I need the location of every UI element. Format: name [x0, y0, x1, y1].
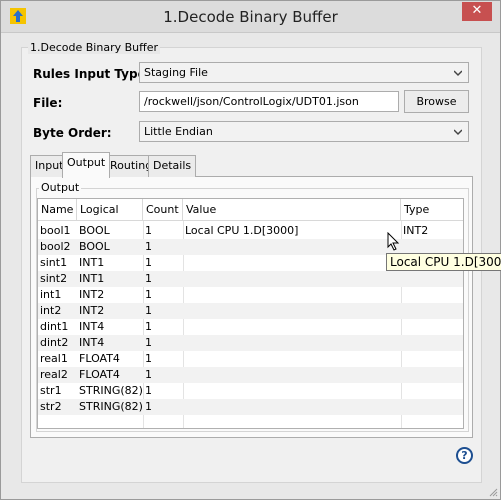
value-tooltip: Local CPU 1.D[3000]: [386, 253, 501, 271]
cell-count[interactable]: 1: [143, 383, 183, 399]
chevron-down-icon: [454, 70, 462, 77]
cell-value[interactable]: [183, 367, 401, 383]
browse-button[interactable]: Browse: [404, 90, 469, 113]
cell-value[interactable]: [183, 351, 401, 367]
resize-grip-icon[interactable]: [488, 487, 498, 497]
cell-count[interactable]: 1: [143, 399, 183, 415]
mouse-cursor-icon: [387, 232, 400, 251]
cell-name[interactable]: bool2: [38, 239, 77, 255]
cell-type[interactable]: [401, 335, 463, 351]
column-header-value[interactable]: Value: [183, 199, 401, 221]
cell-logical[interactable]: INT4: [77, 319, 143, 335]
rules-input-type-value: Staging File: [144, 66, 208, 79]
cell-value[interactable]: [183, 255, 401, 271]
window-title: 1.Decode Binary Buffer: [163, 8, 338, 26]
cell-type[interactable]: [401, 271, 463, 287]
close-icon: ✕: [471, 3, 483, 18]
cell-type[interactable]: [401, 351, 463, 367]
tab-output[interactable]: Output: [62, 152, 111, 178]
cell-logical[interactable]: INT1: [77, 271, 143, 287]
cell-type[interactable]: [401, 367, 463, 383]
cell-name[interactable]: int2: [38, 303, 77, 319]
cell-value[interactable]: [183, 319, 401, 335]
column-header-type[interactable]: Type: [401, 199, 463, 221]
help-icon[interactable]: ?: [456, 447, 473, 464]
cell-logical[interactable]: INT2: [77, 287, 143, 303]
cell-value[interactable]: [183, 303, 401, 319]
cell-value[interactable]: [183, 287, 401, 303]
table-row[interactable]: int1 INT2 1: [38, 287, 463, 303]
cell-logical[interactable]: INT4: [77, 335, 143, 351]
cell-logical[interactable]: BOOL: [77, 223, 143, 239]
cell-name[interactable]: int1: [38, 287, 77, 303]
column-header-logical[interactable]: Logical: [77, 199, 143, 221]
cell-count[interactable]: 1: [143, 255, 183, 271]
table-row[interactable]: int2 INT2 1: [38, 303, 463, 319]
table-row[interactable]: real1 FLOAT4 1: [38, 351, 463, 367]
cell-count[interactable]: 1: [143, 303, 183, 319]
table-row[interactable]: str1 STRING(82) 1: [38, 383, 463, 399]
cell-value[interactable]: [183, 239, 401, 255]
title-bar[interactable]: 1.Decode Binary Buffer ✕: [1, 1, 500, 33]
cell-name[interactable]: real2: [38, 367, 77, 383]
cell-name[interactable]: str1: [38, 383, 77, 399]
cell-name[interactable]: dint2: [38, 335, 77, 351]
cell-count[interactable]: 1: [143, 223, 183, 239]
cell-name[interactable]: sint1: [38, 255, 77, 271]
file-path-input[interactable]: /rockwell/json/ControlLogix/UDT01.json: [139, 91, 399, 112]
cell-value[interactable]: Local CPU 1.D[3000]: [183, 223, 401, 239]
cell-value[interactable]: [183, 383, 401, 399]
cell-name[interactable]: real1: [38, 351, 77, 367]
cell-name[interactable]: bool1: [38, 223, 77, 239]
cell-count[interactable]: 1: [143, 319, 183, 335]
table-row[interactable]: dint2 INT4 1: [38, 335, 463, 351]
cell-type[interactable]: [401, 383, 463, 399]
byte-order-value: Little Endian: [144, 125, 213, 138]
tab-details[interactable]: Details: [148, 155, 197, 177]
cell-logical[interactable]: BOOL: [77, 239, 143, 255]
cell-count[interactable]: 1: [143, 351, 183, 367]
byte-order-label: Byte Order:: [33, 126, 112, 140]
cell-count[interactable]: 1: [143, 335, 183, 351]
group-legend: 1.Decode Binary Buffer: [28, 41, 160, 54]
rules-input-type-label: Rules Input Type:: [33, 67, 151, 81]
cell-logical[interactable]: FLOAT4: [77, 351, 143, 367]
cell-logical[interactable]: STRING(82): [77, 383, 143, 399]
cell-count[interactable]: 1: [143, 271, 183, 287]
table-header: Name Logical Count Value Type: [38, 199, 463, 221]
cell-logical[interactable]: STRING(82): [77, 399, 143, 415]
cell-name[interactable]: sint2: [38, 271, 77, 287]
cell-count[interactable]: 1: [143, 239, 183, 255]
byte-order-select[interactable]: Little Endian: [139, 121, 469, 142]
cell-logical[interactable]: INT2: [77, 303, 143, 319]
cell-value[interactable]: [183, 271, 401, 287]
output-legend: Output: [39, 181, 82, 194]
chevron-down-icon: [454, 129, 462, 136]
column-header-name[interactable]: Name: [38, 199, 77, 221]
cell-logical[interactable]: FLOAT4: [77, 367, 143, 383]
cell-type[interactable]: INT2: [401, 223, 463, 239]
cell-value[interactable]: [183, 399, 401, 415]
cell-count[interactable]: 1: [143, 367, 183, 383]
file-label: File:: [33, 96, 63, 110]
cell-type[interactable]: [401, 399, 463, 415]
table-row[interactable]: real2 FLOAT4 1: [38, 367, 463, 383]
rules-input-type-select[interactable]: Staging File: [139, 62, 469, 83]
close-button[interactable]: ✕: [462, 2, 492, 21]
table-row[interactable]: dint1 INT4 1: [38, 319, 463, 335]
cell-logical[interactable]: INT1: [77, 255, 143, 271]
table-row[interactable]: str2 STRING(82) 1: [38, 399, 463, 415]
cell-name[interactable]: dint1: [38, 319, 77, 335]
dialog-window: 1.Decode Binary Buffer ✕ 1.Decode Binary…: [0, 0, 501, 500]
cell-type[interactable]: [401, 319, 463, 335]
cell-count[interactable]: 1: [143, 287, 183, 303]
cell-type[interactable]: [401, 303, 463, 319]
cell-type[interactable]: [401, 287, 463, 303]
cell-value[interactable]: [183, 335, 401, 351]
table-row[interactable]: sint2 INT1 1: [38, 271, 463, 287]
cell-name[interactable]: str2: [38, 399, 77, 415]
column-header-count[interactable]: Count: [143, 199, 183, 221]
